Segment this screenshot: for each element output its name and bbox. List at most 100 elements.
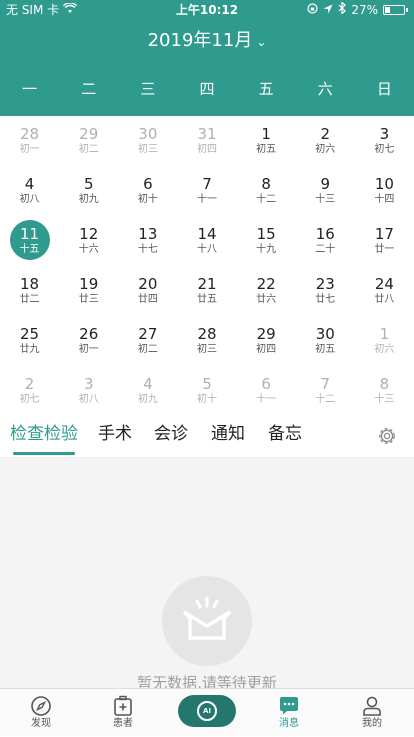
tab-consultation[interactable]: 会诊: [154, 422, 188, 446]
tab-surgery[interactable]: 手术: [98, 422, 132, 446]
ai-icon: AI: [197, 701, 217, 721]
day-cell[interactable]: 29 初四: [237, 320, 296, 370]
day-cell[interactable]: 16 二十: [296, 220, 355, 270]
settings-gear-icon[interactable]: [376, 425, 398, 447]
lunar-date: 初六: [374, 344, 395, 355]
lunar-date: 廿二: [19, 294, 40, 305]
lunar-date: 廿六: [256, 294, 277, 305]
day-number: 21: [197, 275, 217, 293]
day-number: 22: [256, 275, 276, 293]
lunar-date: 初八: [19, 194, 40, 205]
active-tab-indicator: [13, 452, 75, 455]
day-cell[interactable]: 17 廿一: [355, 220, 414, 270]
tabbar-messages[interactable]: 消息: [259, 689, 319, 737]
day-cell[interactable]: 7 十二: [296, 370, 355, 420]
day-number: 6: [261, 375, 271, 393]
day-cell[interactable]: 22 廿六: [237, 270, 296, 320]
day-cell[interactable]: 7 十一: [177, 170, 236, 220]
day-cell[interactable]: 1 初六: [355, 320, 414, 370]
lunar-date: 初五: [315, 344, 336, 355]
day-cell[interactable]: 31 初四: [177, 120, 236, 170]
day-cell[interactable]: 27 初二: [118, 320, 177, 370]
day-cell[interactable]: 2 初七: [0, 370, 59, 420]
lunar-date: 廿九: [19, 344, 40, 355]
lunar-date: 初三: [137, 144, 158, 155]
day-number: 31: [197, 125, 217, 143]
selected-day-cell[interactable]: 11 十五: [0, 220, 59, 270]
lunar-date: 十七: [137, 244, 158, 255]
ai-assistant-button[interactable]: AI: [178, 695, 236, 727]
tabbar-profile[interactable]: 我的: [342, 689, 402, 737]
calendar-header: 无 SIM 卡 上午10:12 27% 2019年11月 ⌄ 一 二 三 四 五…: [0, 0, 414, 116]
lunar-date: 十二: [256, 194, 277, 205]
tab-exam[interactable]: 检查检验: [10, 422, 78, 446]
day-cell[interactable]: 23 廿七: [296, 270, 355, 320]
day-cell[interactable]: 30 初三: [118, 120, 177, 170]
day-cell[interactable]: 3 初七: [355, 120, 414, 170]
day-cell[interactable]: 26 初一: [59, 320, 118, 370]
weekday-label: 四: [199, 80, 215, 98]
day-cell[interactable]: 8 十三: [355, 370, 414, 420]
day-cell[interactable]: 29 初二: [59, 120, 118, 170]
weekday-header: 一 二 三 四 五 六 日: [0, 77, 414, 101]
day-number: 28: [197, 325, 217, 343]
day-cell[interactable]: 19 廿三: [59, 270, 118, 320]
day-cell[interactable]: 4 初九: [118, 370, 177, 420]
tab-memo[interactable]: 备忘: [268, 422, 302, 446]
day-cell[interactable]: 18 廿二: [0, 270, 59, 320]
lunar-date: 十二: [315, 394, 336, 405]
day-cell[interactable]: 13 十七: [118, 220, 177, 270]
day-number: 1: [261, 125, 271, 143]
lunar-date: 初五: [256, 144, 277, 155]
tabbar-discover[interactable]: 发现: [11, 689, 71, 737]
day-cell[interactable]: 10 十四: [355, 170, 414, 220]
day-number: 23: [315, 275, 335, 293]
day-number: 3: [379, 125, 390, 143]
day-number: 6: [143, 175, 153, 193]
tab-notification[interactable]: 通知: [211, 422, 245, 446]
day-cell[interactable]: 21 廿五: [177, 270, 236, 320]
lunar-date: 初四: [196, 144, 217, 155]
tabbar-patients[interactable]: 患者: [93, 689, 153, 737]
day-number: 7: [202, 175, 212, 193]
day-number: 4: [24, 175, 35, 193]
day-cell[interactable]: 20 廿四: [118, 270, 177, 320]
day-cell[interactable]: 30 初五: [296, 320, 355, 370]
lunar-date: 十三: [315, 194, 336, 205]
day-cell[interactable]: 24 廿八: [355, 270, 414, 320]
day-cell[interactable]: 28 初一: [0, 120, 59, 170]
tabbar-discover-label: 发现: [31, 718, 51, 729]
day-number: 12: [79, 225, 99, 243]
empty-box-icon: [162, 576, 252, 666]
day-number: 27: [138, 325, 158, 343]
day-cell[interactable]: 4 初八: [0, 170, 59, 220]
day-cell[interactable]: 6 初十: [118, 170, 177, 220]
day-cell[interactable]: 2 初六: [296, 120, 355, 170]
tab-content-area: 暂无数据,请等待更新: [0, 458, 414, 692]
day-number: 4: [143, 375, 153, 393]
day-cell[interactable]: 5 初九: [59, 170, 118, 220]
day-number: 8: [261, 175, 271, 193]
weekday-label: 六: [317, 80, 333, 98]
lock-rotation-icon: [307, 0, 318, 20]
lunar-date: 初六: [315, 144, 336, 155]
day-number: 8: [379, 375, 390, 393]
day-cell[interactable]: 8 十二: [237, 170, 296, 220]
day-cell[interactable]: 9 十三: [296, 170, 355, 220]
day-cell[interactable]: 14 十八: [177, 220, 236, 270]
day-cell[interactable]: 28 初三: [177, 320, 236, 370]
month-selector[interactable]: 2019年11月 ⌄: [0, 28, 414, 55]
medical-kit-icon: [114, 695, 132, 716]
day-cell[interactable]: 15 十九: [237, 220, 296, 270]
lunar-date: 初三: [196, 344, 217, 355]
day-cell[interactable]: 12 十六: [59, 220, 118, 270]
day-cell[interactable]: 5 初十: [177, 370, 236, 420]
month-title: 2019年11月: [147, 30, 253, 51]
day-number: 10: [374, 175, 394, 193]
lunar-date: 初四: [256, 344, 277, 355]
day-cell[interactable]: 3 初八: [59, 370, 118, 420]
day-cell[interactable]: 1 初五: [237, 120, 296, 170]
lunar-date: 初一: [78, 344, 99, 355]
day-cell[interactable]: 25 廿九: [0, 320, 59, 370]
day-cell[interactable]: 6 十一: [237, 370, 296, 420]
